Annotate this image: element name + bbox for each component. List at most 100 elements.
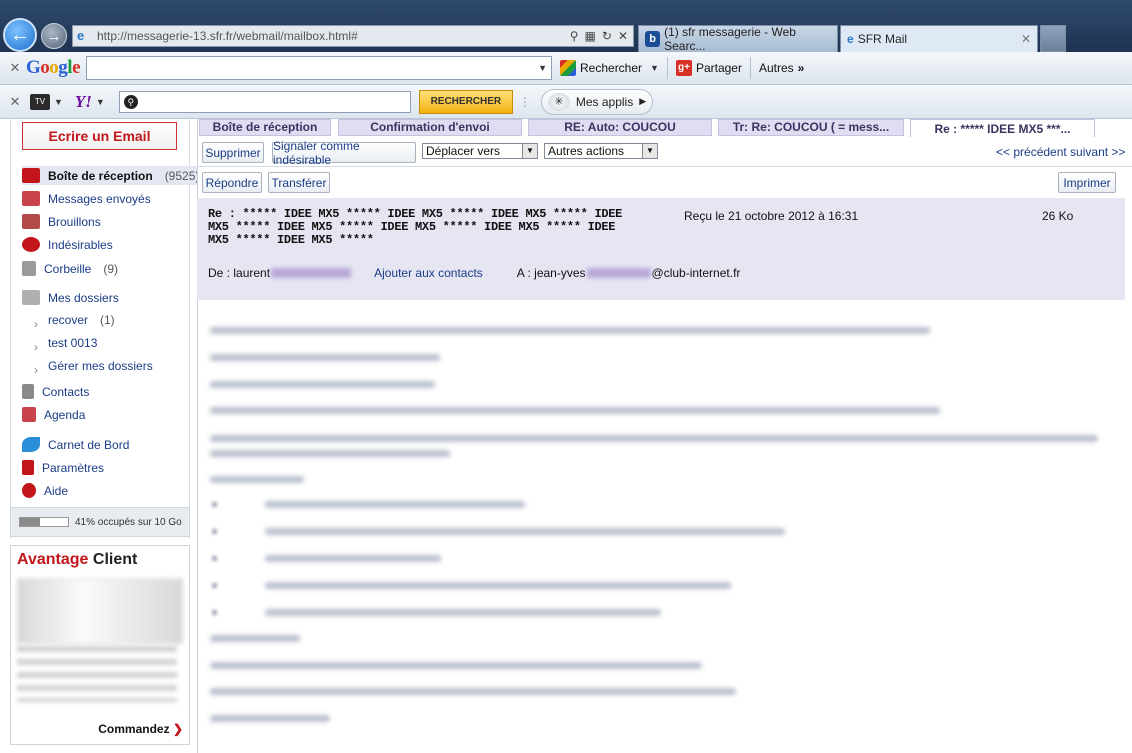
chevron-down-icon[interactable]: ▼	[96, 97, 105, 107]
yahoo-toolbar: ✕ TV ▼ Y! ▼ ⚲ RECHERCHER ⋮ ✳ Mes applis ▶	[0, 85, 1132, 119]
tab-re-auto-coucou[interactable]: RE: Auto: COUCOU	[528, 119, 712, 136]
commandez-label: Commandez	[98, 722, 170, 736]
sidebar-item-test0013[interactable]: › test 0013	[34, 336, 97, 354]
google-icon	[560, 60, 576, 76]
sidebar-item-agenda[interactable]: Agenda	[22, 407, 85, 422]
forward-mail-button[interactable]: Transférer	[268, 172, 330, 193]
refresh-icon[interactable]: ↻	[602, 29, 612, 43]
bullet-icon: ›	[34, 317, 38, 331]
partager-button[interactable]: g+ Partager	[675, 60, 742, 76]
sent-icon	[22, 191, 40, 206]
message-subject: Re : ***** IDEE MX5 ***** IDEE MX5 *****…	[208, 207, 623, 247]
sidebar-item-folders[interactable]: Mes dossiers	[22, 290, 119, 305]
prev-next-nav[interactable]: << précédent suivant >>	[996, 145, 1125, 159]
wrench-icon	[22, 460, 34, 475]
divider	[666, 57, 668, 79]
tab-inbox[interactable]: Boîte de réception	[199, 119, 331, 136]
sidebar-item-drafts[interactable]: Brouillons	[22, 214, 101, 229]
sidebar-item-contacts[interactable]: Contacts	[22, 384, 89, 399]
autres-button[interactable]: Autres»	[759, 61, 804, 75]
sidebar-item-label: Contacts	[42, 384, 90, 399]
compat-icon[interactable]: ▦	[585, 29, 596, 43]
stop-icon[interactable]: ✕	[618, 29, 628, 43]
tab-confirmation[interactable]: Confirmation d'envoi	[338, 119, 522, 136]
redacted-text	[586, 268, 651, 278]
share-icon: g+	[675, 60, 692, 76]
sidebar-item-spam[interactable]: Indésirables	[22, 237, 113, 252]
from-name[interactable]: laurent	[233, 266, 270, 280]
other-actions-select[interactable]: Autres actions ▼	[544, 143, 658, 159]
compose-button[interactable]: Ecrire un Email	[22, 122, 177, 150]
yahoo-logo[interactable]: Y!	[75, 92, 92, 112]
avantage-client-promo[interactable]: Avantage Client Commandez ❯	[10, 545, 190, 745]
tv-icon[interactable]: TV	[30, 93, 50, 110]
message-size: 26 Ko	[1042, 209, 1074, 223]
search-icon: ⚲	[123, 94, 138, 109]
bullet-icon: ›	[34, 340, 38, 354]
sidebar-item-recover[interactable]: › recover (1)	[34, 313, 115, 331]
ie-icon: e	[847, 32, 854, 46]
browser-tab-sfrmail[interactable]: e SFR Mail ✕	[840, 25, 1038, 52]
promo-image	[17, 578, 183, 644]
mes-applis-button[interactable]: ✳ Mes applis ▶	[540, 88, 654, 115]
new-tab-button[interactable]	[1040, 25, 1066, 52]
google-search-button[interactable]: Rechercher ▼	[560, 60, 659, 76]
delete-button[interactable]: Supprimer	[202, 142, 264, 163]
sidebar-item-settings[interactable]: Paramètres	[22, 460, 104, 475]
search-icon[interactable]: ⚲	[570, 29, 579, 43]
reply-button[interactable]: Répondre	[202, 172, 262, 193]
bing-icon: b	[645, 31, 661, 47]
sidebar-item-count: (1)	[100, 313, 115, 327]
sidebar-item-carnet[interactable]: Carnet de Bord	[22, 437, 129, 452]
print-button[interactable]: Imprimer	[1058, 172, 1116, 193]
sidebar-item-inbox[interactable]: Boîte de réception (9525)	[22, 166, 204, 185]
mes-applis-label: Mes applis	[575, 94, 634, 109]
address-url[interactable]: http://messagerie-13.sfr.fr/webmail/mail…	[97, 29, 570, 43]
bird-icon	[22, 437, 40, 452]
promo-title: Avantage Client	[17, 551, 137, 569]
move-to-value: Déplacer vers	[426, 144, 501, 158]
close-icon[interactable]: ✕	[1021, 32, 1031, 46]
tab-label: SFR Mail	[857, 32, 908, 46]
yahoo-search-input[interactable]: ⚲	[118, 90, 411, 113]
promo-blurred-text	[17, 646, 177, 702]
chevron-down-icon[interactable]: ▼	[650, 63, 659, 73]
add-to-contacts-link[interactable]: Ajouter aux contacts	[374, 266, 483, 280]
drafts-icon	[22, 214, 40, 229]
sidebar-item-label: Paramètres	[42, 460, 105, 475]
double-chevron-icon: »	[797, 61, 805, 75]
report-spam-button[interactable]: Signaler comme indésirable	[272, 139, 416, 167]
sidebar-item-label: Messages envoyés	[48, 191, 151, 206]
quota-bar	[19, 517, 69, 527]
chevron-down-icon[interactable]: ▼	[538, 63, 547, 73]
sidebar-item-trash[interactable]: Corbeille (9)	[22, 261, 118, 276]
sidebar-item-label: Gérer mes dossiers	[48, 359, 153, 373]
bullet-icon: ›	[34, 363, 38, 377]
close-toolbar-icon[interactable]: ✕	[4, 94, 26, 110]
divider	[197, 166, 1132, 167]
google-search-input[interactable]: ▼	[86, 56, 552, 80]
tab-current-message[interactable]: Re : ***** IDEE MX5 ***...	[910, 119, 1095, 137]
sidebar-item-help[interactable]: Aide	[22, 483, 68, 498]
sidebar-item-sent[interactable]: Messages envoyés	[22, 191, 151, 206]
chevron-down-icon: ▼	[642, 144, 657, 158]
google-toolbar: ✕ Google ▼ Rechercher ▼ g+ Partager Autres…	[0, 52, 1132, 85]
tab-tr-re-coucou[interactable]: Tr: Re: COUCOU ( = mess...	[718, 119, 904, 136]
apps-icon: ✳	[547, 92, 570, 111]
back-button[interactable]: ←	[3, 18, 37, 52]
sidebar-item-label: recover	[48, 313, 89, 327]
yahoo-search-button[interactable]: RECHERCHER	[418, 89, 513, 114]
google-logo[interactable]: Google	[26, 57, 80, 79]
commandez-link[interactable]: Commandez ❯	[98, 722, 183, 736]
sidebar-item-manage-folders[interactable]: › Gérer mes dossiers	[34, 359, 153, 377]
close-toolbar-icon[interactable]: ✕	[4, 60, 26, 76]
to-name[interactable]: jean-yves	[534, 266, 585, 280]
chevron-down-icon[interactable]: ▼	[54, 97, 63, 107]
chevron-down-icon: ▼	[522, 144, 537, 158]
browser-tab-search[interactable]: b (1) sfr messagerie - Web Searc...	[638, 25, 838, 53]
forward-button[interactable]: →	[41, 23, 67, 49]
sidebar-item-count: (9)	[103, 261, 119, 276]
address-bar[interactable]: e http://messagerie-13.sfr.fr/webmail/ma…	[72, 25, 634, 47]
move-to-select[interactable]: Déplacer vers ▼	[422, 143, 538, 159]
redacted-text	[271, 268, 352, 278]
